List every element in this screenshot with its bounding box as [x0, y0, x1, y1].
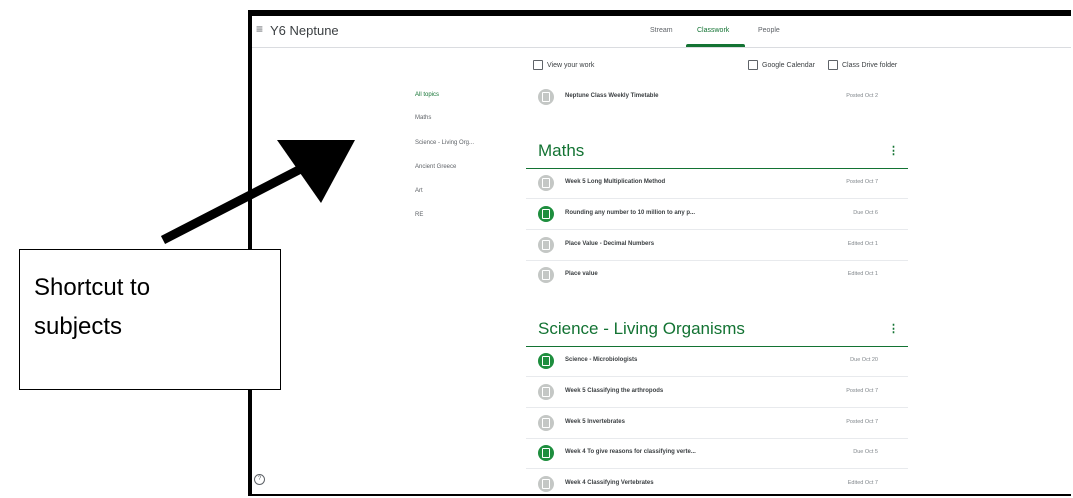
- section-title-maths[interactable]: Maths: [538, 141, 584, 161]
- annotation-line-2: subjects: [34, 313, 123, 340]
- item-title: Week 5 Classifying the arthropods: [565, 388, 664, 394]
- topic-art[interactable]: Art: [415, 188, 423, 194]
- class-title[interactable]: Y6 Neptune: [270, 23, 339, 38]
- topic-maths[interactable]: Maths: [415, 115, 431, 121]
- assignment-icon: [538, 206, 554, 222]
- item-date: Due Oct 6: [853, 210, 878, 216]
- material-icon: [538, 237, 554, 253]
- topic-ancient-greece[interactable]: Ancient Greece: [415, 164, 456, 170]
- more-vert-icon[interactable]: ⋮: [888, 322, 899, 335]
- calendar-label: Google Calendar: [762, 61, 815, 69]
- person-badge-icon: [533, 60, 543, 70]
- item-title: Rounding any number to 10 million to any…: [565, 210, 696, 216]
- tab-classwork[interactable]: Classwork: [697, 27, 729, 34]
- list-item[interactable]: Neptune Class Weekly Timetable Posted Oc…: [526, 82, 908, 112]
- item-title: Place value: [565, 271, 598, 277]
- drive-label: Class Drive folder: [842, 61, 898, 69]
- item-date: Edited Oct 1: [847, 271, 878, 277]
- material-icon: [538, 384, 554, 400]
- view-work-label: View your work: [547, 61, 595, 69]
- item-date: Posted Oct 7: [846, 419, 878, 425]
- list-item[interactable]: Week 5 Long Multiplication Method Posted…: [526, 168, 908, 199]
- classroom-screen: ≡ Y6 Neptune Stream Classwork People Vie…: [252, 16, 1071, 494]
- topic-all[interactable]: All topics: [415, 92, 439, 98]
- tab-people[interactable]: People: [758, 27, 780, 34]
- item-date: Due Oct 5: [853, 449, 878, 455]
- item-title: Week 4 To give reasons for classifying v…: [565, 449, 696, 455]
- topic-science[interactable]: Science - Living Org...: [415, 140, 474, 146]
- item-title: Week 5 Long Multiplication Method: [565, 179, 666, 185]
- item-date: Edited Oct 7: [847, 480, 878, 486]
- list-item[interactable]: Week 4 To give reasons for classifying v…: [526, 438, 908, 469]
- section-title-science[interactable]: Science - Living Organisms: [538, 319, 745, 339]
- item-title: Science - Microbiologists: [565, 357, 638, 363]
- list-item[interactable]: Place value Edited Oct 1: [526, 260, 908, 290]
- item-date: Posted Oct 7: [846, 179, 878, 185]
- view-work-button[interactable]: View your work: [533, 60, 594, 70]
- item-date: Edited Oct 1: [847, 241, 878, 247]
- more-vert-icon[interactable]: ⋮: [888, 144, 899, 157]
- assignment-icon: [538, 445, 554, 461]
- item-date: Posted Oct 7: [846, 388, 878, 394]
- item-title: Place Value - Decimal Numbers: [565, 241, 655, 247]
- active-tab-indicator: [686, 44, 745, 47]
- top-bar: ≡ Y6 Neptune Stream Classwork People: [252, 16, 1071, 48]
- material-icon: [538, 476, 554, 492]
- item-date: Posted Oct 2: [846, 93, 878, 99]
- google-calendar-button[interactable]: Google Calendar: [748, 60, 815, 70]
- list-item[interactable]: Science - Microbiologists Due Oct 20: [526, 346, 908, 377]
- material-icon: [538, 267, 554, 283]
- item-date: Due Oct 20: [850, 357, 878, 363]
- assignment-icon: [538, 353, 554, 369]
- item-title: Neptune Class Weekly Timetable: [565, 93, 659, 99]
- material-icon: [538, 175, 554, 191]
- annotation-callout: Shortcut to subjects: [19, 249, 281, 390]
- menu-icon[interactable]: ≡: [256, 22, 263, 36]
- material-icon: [538, 89, 554, 105]
- item-title: Week 4 Classifying Vertebrates: [565, 480, 654, 486]
- annotation-line-1: Shortcut to: [34, 274, 151, 301]
- topic-re[interactable]: RE: [415, 212, 423, 218]
- calendar-icon: [748, 60, 758, 70]
- list-item[interactable]: Week 4 Classifying Vertebrates Edited Oc…: [526, 469, 908, 494]
- drive-folder-button[interactable]: Class Drive folder: [828, 60, 897, 70]
- list-item[interactable]: Week 5 Classifying the arthropods Posted…: [526, 377, 908, 408]
- list-item[interactable]: Week 5 Invertebrates Posted Oct 7: [526, 408, 908, 439]
- list-item[interactable]: Place Value - Decimal Numbers Edited Oct…: [526, 230, 908, 261]
- tab-stream[interactable]: Stream: [650, 27, 673, 34]
- item-title: Week 5 Invertebrates: [565, 419, 625, 425]
- list-item[interactable]: Rounding any number to 10 million to any…: [526, 199, 908, 230]
- material-icon: [538, 415, 554, 431]
- folder-icon: [828, 60, 838, 70]
- help-icon[interactable]: ?: [254, 474, 265, 485]
